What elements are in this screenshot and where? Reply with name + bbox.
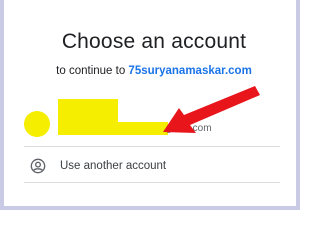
site-link[interactable]: 75suryanamaskar.com [128, 65, 251, 77]
use-another-account-button[interactable]: Use another account [24, 152, 280, 180]
redacted-name [58, 99, 118, 123]
dialog-subtitle: to continue to 75suryanamaskar.com [4, 65, 304, 77]
use-another-account-label: Use another account [60, 160, 167, 172]
avatar [24, 111, 50, 137]
divider [24, 146, 280, 147]
account-circle-icon [30, 158, 46, 174]
redacted-email [58, 122, 168, 135]
account-chooser-dialog: Choose an account to continue to 75surya… [0, 0, 300, 210]
subtitle-prefix: to continue to [56, 65, 129, 77]
dialog-title: Choose an account [61, 30, 247, 53]
red-arrow-annotation [163, 86, 260, 133]
arrow-shape [163, 86, 260, 133]
divider [24, 182, 280, 183]
